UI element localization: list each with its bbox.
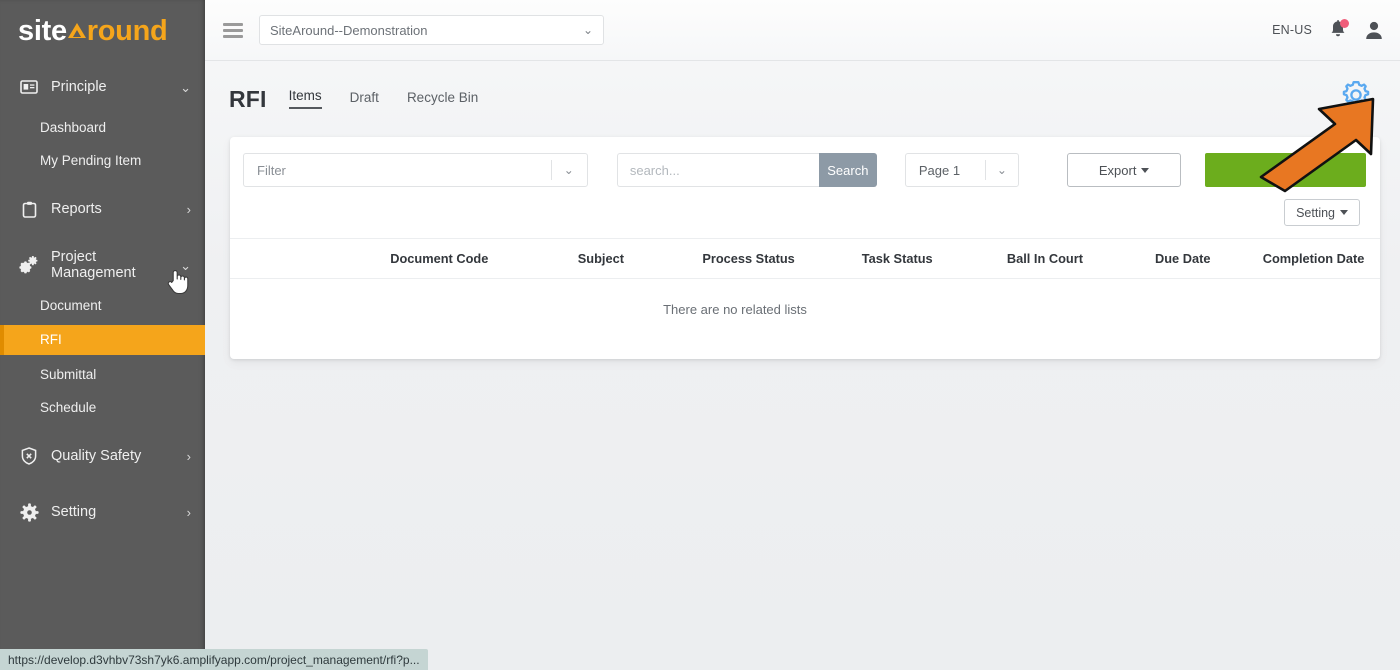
chevron-down-icon: ⌄	[180, 259, 191, 272]
triangle-mark-icon	[68, 23, 86, 38]
column-header-subject[interactable]: Subject	[528, 251, 675, 266]
sidebar-item-reports[interactable]: Reports ›	[0, 188, 205, 230]
sidebar-group-setting: Setting ›	[0, 491, 205, 533]
filter-placeholder: Filter	[257, 163, 551, 178]
tab-draft[interactable]: Draft	[350, 90, 379, 109]
column-header-task-status[interactable]: Task Status	[823, 251, 972, 266]
sidebar-item-label: Quality Safety	[51, 448, 187, 464]
sidebar-item-label: Principle	[51, 79, 180, 95]
chevron-right-icon: ›	[187, 203, 191, 216]
chevron-right-icon: ›	[187, 450, 191, 463]
content-card: Filter ⌄ Search Page 1 ⌄ Export	[230, 137, 1380, 359]
browser-status-bar: https://develop.d3vhbv73sh7yk6.amplifyap…	[0, 649, 428, 670]
tab-recycle-bin[interactable]: Recycle Bin	[407, 90, 478, 109]
page-title: RFI	[229, 86, 267, 113]
search-input[interactable]	[617, 153, 819, 187]
divider	[551, 160, 552, 180]
chevron-down-icon: ⌄	[180, 81, 191, 94]
divider	[985, 160, 986, 180]
table-header-row: Document Code Subject Process Status Tas…	[230, 238, 1380, 279]
sidebar-item-submittal[interactable]: Submittal	[0, 361, 205, 388]
sidebar-group-principle: Principle ⌄ Dashboard My Pending Item	[0, 66, 205, 174]
spacer	[0, 421, 205, 431]
new-item-button[interactable]	[1205, 153, 1366, 187]
column-setting-label: Setting	[1296, 206, 1335, 220]
shield-x-icon	[18, 446, 40, 466]
caret-down-icon	[1340, 210, 1348, 215]
project-select[interactable]: SiteAround--Demonstration ⌄	[259, 15, 604, 45]
language-selector[interactable]: EN-US	[1272, 23, 1312, 37]
sidebar: site round Principle ⌄ Da	[0, 0, 205, 670]
sidebar-item-schedule[interactable]: Schedule	[0, 394, 205, 421]
clipboard-icon	[18, 199, 40, 219]
column-header-ball-in-court[interactable]: Ball In Court	[972, 251, 1119, 266]
sidebar-group-reports: Reports ›	[0, 188, 205, 230]
sidebar-item-label: Setting	[51, 504, 187, 520]
hamburger-icon[interactable]	[223, 23, 243, 38]
page-select[interactable]: Page 1 ⌄	[905, 153, 1019, 187]
spacer	[0, 174, 205, 184]
column-setting-button[interactable]: Setting	[1284, 199, 1360, 226]
search-button[interactable]: Search	[819, 153, 877, 187]
empty-state-message: There are no related lists	[230, 279, 1380, 339]
column-header-document-code[interactable]: Document Code	[351, 251, 527, 266]
sidebar-item-label: Project Management	[51, 249, 180, 281]
app-root: site round Principle ⌄ Da	[0, 0, 1400, 670]
id-card-icon	[18, 77, 40, 97]
brand-logo[interactable]: site round	[0, 0, 205, 62]
topbar-actions: EN-US	[1272, 20, 1400, 40]
column-header-completion-date[interactable]: Completion Date	[1247, 251, 1380, 266]
gear-icon[interactable]	[1339, 78, 1373, 112]
column-header-due-date[interactable]: Due Date	[1118, 251, 1247, 266]
gear-icon	[18, 502, 40, 522]
logo-text-secondary: round	[87, 17, 168, 46]
tab-items[interactable]: Items	[289, 88, 322, 109]
notification-bell-icon[interactable]	[1329, 20, 1347, 40]
list-toolbar: Filter ⌄ Search Page 1 ⌄ Export	[230, 137, 1380, 187]
export-button-label: Export	[1099, 163, 1137, 178]
sidebar-item-dashboard[interactable]: Dashboard	[0, 114, 205, 141]
chevron-down-icon: ⌄	[997, 163, 1007, 177]
chevron-down-icon: ⌄	[564, 163, 574, 177]
top-bar: SiteAround--Demonstration ⌄ EN-US	[205, 0, 1400, 61]
chevron-down-icon: ⌄	[583, 23, 593, 37]
logo-text-primary: site	[18, 17, 67, 46]
sidebar-group-project-management: Project Management ⌄ Document RFI Submit…	[0, 244, 205, 421]
spacer	[0, 230, 205, 240]
sidebar-item-label: Reports	[51, 201, 187, 217]
sidebar-item-principle[interactable]: Principle ⌄	[0, 66, 205, 108]
user-avatar-icon[interactable]	[1364, 20, 1384, 40]
gears-icon	[18, 255, 40, 275]
caret-down-icon	[1141, 168, 1149, 173]
column-header-process-status[interactable]: Process Status	[674, 251, 823, 266]
project-select-value: SiteAround--Demonstration	[270, 23, 583, 38]
filter-select[interactable]: Filter ⌄	[243, 153, 588, 187]
chevron-right-icon: ›	[187, 506, 191, 519]
sidebar-group-quality-safety: Quality Safety ›	[0, 435, 205, 477]
notification-badge	[1340, 19, 1349, 28]
setting-row: Setting	[230, 187, 1380, 226]
sidebar-item-document[interactable]: Document	[0, 292, 205, 319]
page-header: RFI Items Draft Recycle Bin	[205, 61, 1400, 137]
spacer	[0, 477, 205, 487]
sidebar-item-quality-safety[interactable]: Quality Safety ›	[0, 435, 205, 477]
export-button[interactable]: Export	[1067, 153, 1182, 187]
page-tabs: Items Draft Recycle Bin	[289, 88, 479, 111]
search-group: Search	[617, 153, 877, 187]
page-select-value: Page 1	[919, 163, 985, 178]
sidebar-item-rfi[interactable]: RFI	[0, 325, 205, 355]
sidebar-item-project-management[interactable]: Project Management ⌄	[0, 244, 205, 286]
sidebar-item-setting[interactable]: Setting ›	[0, 491, 205, 533]
sidebar-item-my-pending-item[interactable]: My Pending Item	[0, 147, 205, 174]
